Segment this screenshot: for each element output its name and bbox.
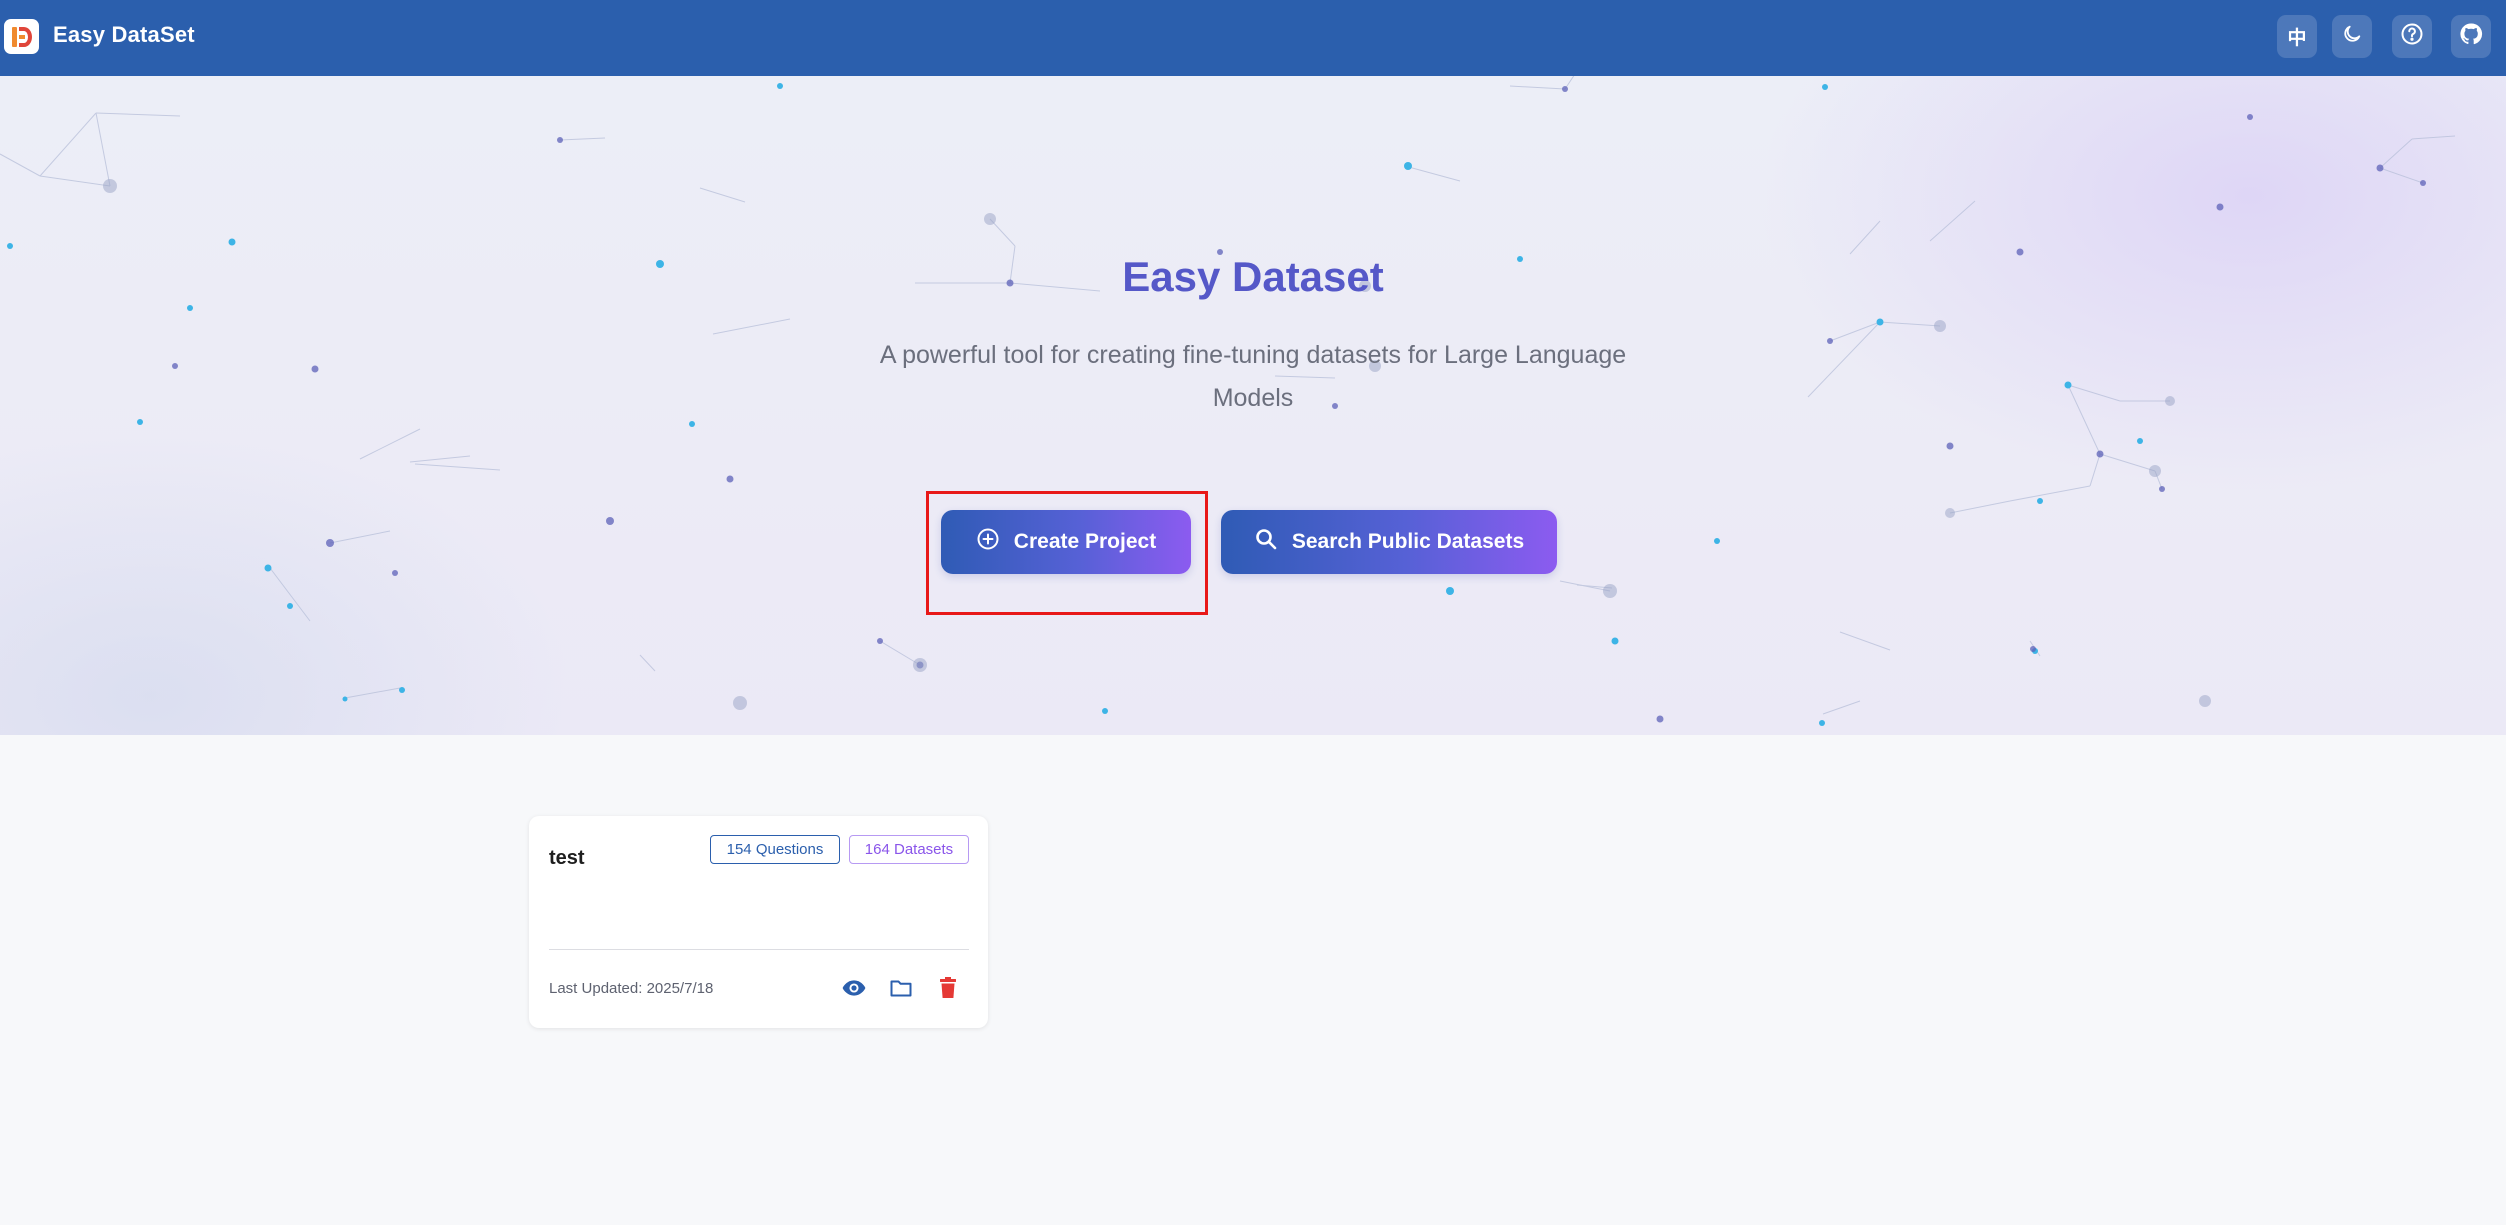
eye-icon: [841, 975, 867, 1006]
create-project-label: Create Project: [1013, 530, 1157, 553]
project-name[interactable]: test: [549, 847, 585, 870]
search-icon: [1254, 527, 1278, 557]
search-public-datasets-button[interactable]: Search Public Datasets: [1221, 510, 1557, 574]
top-navigation-bar: Easy DataSet 中: [0, 0, 2506, 76]
hero-title: Easy Dataset: [1122, 253, 1384, 300]
trash-icon: [937, 976, 959, 1005]
language-toggle-button[interactable]: 中: [2277, 15, 2317, 58]
create-project-button[interactable]: Create Project: [941, 510, 1191, 574]
github-icon: [2459, 22, 2483, 51]
view-project-button[interactable]: [840, 976, 868, 1004]
hero-subtitle: A powerful tool for creating fine-tuning…: [879, 341, 1627, 412]
app-name[interactable]: Easy DataSet: [53, 22, 195, 48]
questions-count-badge[interactable]: 154 Questions: [710, 835, 840, 864]
help-button[interactable]: [2392, 15, 2432, 58]
search-public-datasets-label: Search Public Datasets: [1291, 530, 1525, 553]
moon-icon: [2341, 23, 2363, 50]
hero-section: Easy Dataset A powerful tool for creatin…: [0, 76, 2506, 735]
card-divider: [549, 949, 969, 950]
github-button[interactable]: [2451, 15, 2491, 58]
open-folder-button[interactable]: [887, 976, 915, 1004]
delete-project-button[interactable]: [934, 976, 962, 1004]
add-circle-icon: [976, 527, 1000, 557]
help-icon: [2400, 22, 2424, 51]
last-updated-text: Last Updated: 2025/7/18: [549, 980, 714, 997]
datasets-count-badge[interactable]: 164 Datasets: [849, 835, 969, 864]
theme-toggle-button[interactable]: [2332, 15, 2372, 58]
project-card[interactable]: test 154 Questions 164 Datasets Last Upd…: [529, 816, 988, 1028]
logo-icon[interactable]: [4, 19, 39, 54]
folder-icon: [889, 976, 913, 1005]
